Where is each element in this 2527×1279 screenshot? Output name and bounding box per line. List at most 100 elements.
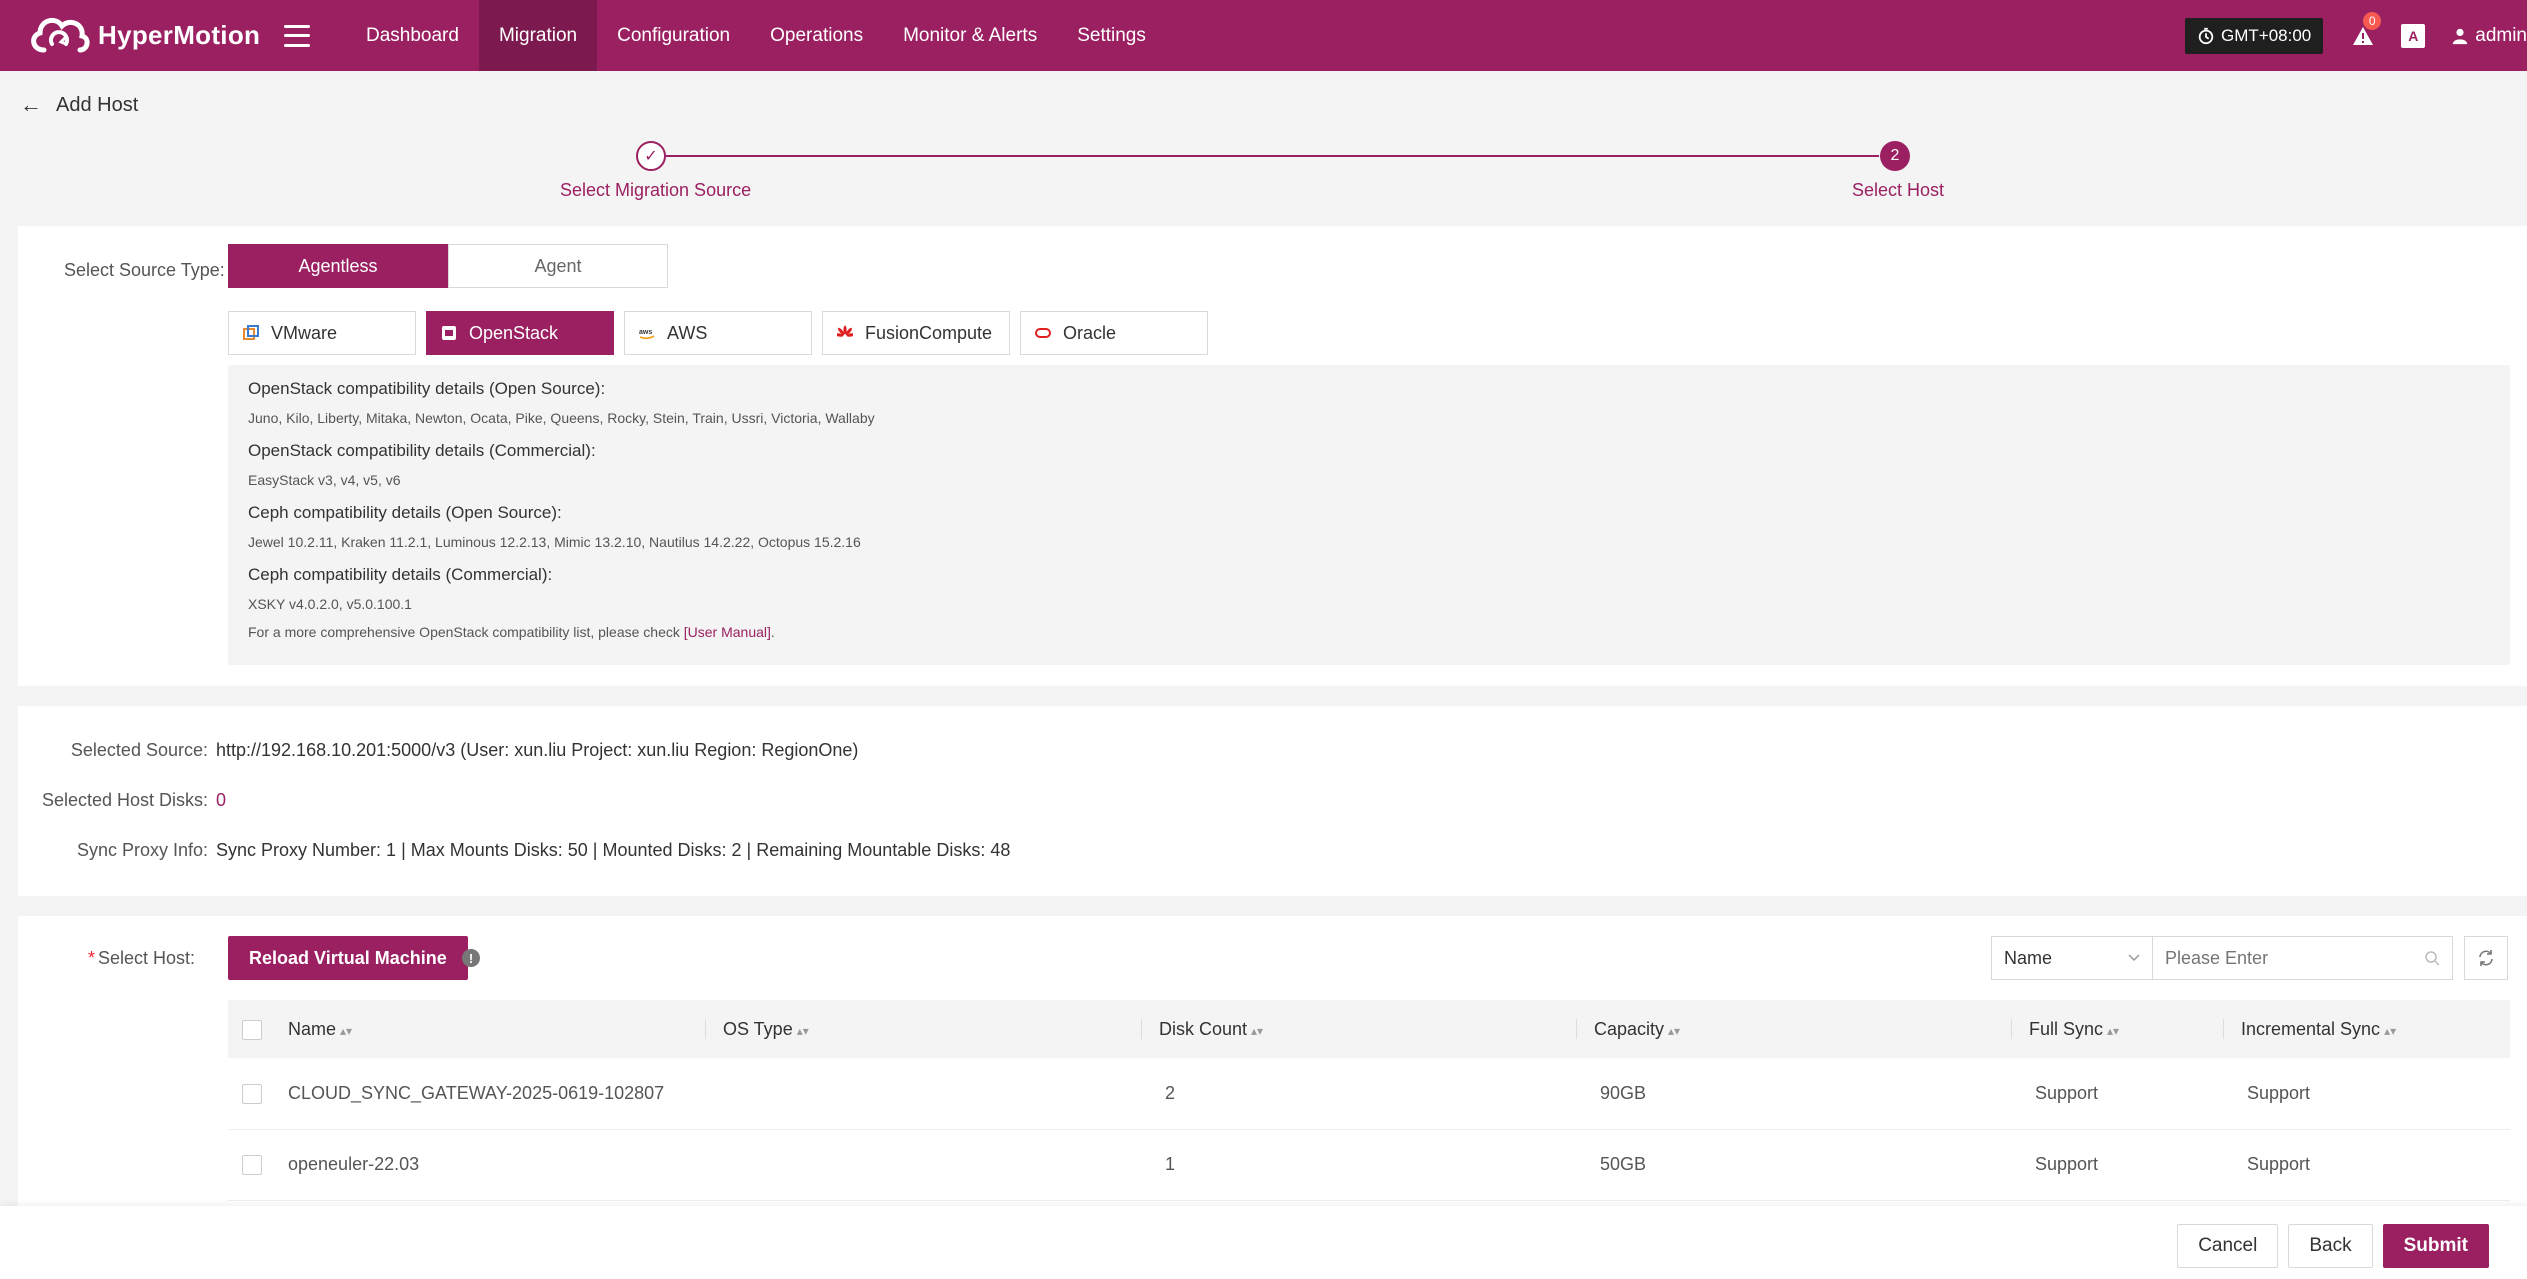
chevron-down-icon [2128,954,2140,962]
sort-icon: ▴▾ [1668,1023,1681,1038]
col-disk-count[interactable]: Disk Count ▴▾ [1141,1000,1576,1058]
col-incremental-sync-label: Incremental Sync [2241,1018,2381,1039]
nav-configuration[interactable]: Configuration [597,0,750,71]
col-name[interactable]: Name ▴▾ [270,1000,705,1058]
cell-capacity: 50GB [1576,1129,2011,1201]
platform-openstack-label: OpenStack [469,322,559,343]
step-2-label: Select Host [1852,180,1945,200]
select-all-checkbox[interactable] [242,1019,262,1040]
platform-openstack[interactable]: OpenStack [426,311,614,355]
alerts-button[interactable]: 0 [2351,11,2382,48]
col-full-sync[interactable]: Full Sync ▴▾ [2011,1000,2223,1058]
username: admin [2475,24,2527,46]
compat-footer: For a more comprehensive OpenStack compa… [248,624,2490,640]
compat-text-openstack-commercial: EasyStack v3, v4, v5, v6 [248,472,401,488]
row-checkbox[interactable] [242,1083,262,1104]
selected-disks-label: Selected Host Disks: [41,790,208,810]
source-type-toggle: Agentless Agent [228,244,668,288]
compat-footer-text: For a more comprehensive OpenStack compa… [248,624,684,640]
sync-proxy-value: Sync Proxy Number: 1 | Max Mounts Disks:… [216,840,1011,860]
svg-text:aws: aws [639,329,652,336]
platform-fusioncompute-label: FusionCompute [865,322,993,343]
sort-icon: ▴▾ [1251,1023,1264,1038]
page-title: Add Host [56,93,139,116]
sync-proxy-row: Sync Proxy Info: Sync Proxy Number: 1 | … [18,840,1010,861]
reload-vm-button[interactable]: Reload Virtual Machine [228,936,468,980]
nav-dashboard[interactable]: Dashboard [346,0,479,71]
cell-capacity: 90GB [1576,1058,2011,1130]
page-header-back[interactable]: ← Add Host [20,92,138,118]
platform-fusioncompute[interactable]: FusionCompute [822,311,1010,355]
row-select-cell [228,1129,270,1201]
cell-os-type [705,1058,1141,1130]
filter-field-value: Name [2004,947,2053,968]
select-host-label: * Select Host: [88,948,195,969]
selected-disks-row: Selected Host Disks: 0 [18,790,226,811]
nav-migration[interactable]: Migration [478,0,598,71]
submit-button[interactable]: Submit [2382,1224,2489,1268]
platform-selector: VMware OpenStack aws AWS FusionCompute O… [228,311,1208,355]
cell-name: CLOUD_SYNC_GATEWAY-2025-0619-102807 [270,1058,705,1130]
table-row[interactable]: openeuler-22.03 1 50GB Support Support [228,1129,2510,1201]
agent-option[interactable]: Agent [448,244,668,288]
required-mark: * [88,948,96,968]
select-host-label-text: Select Host: [98,948,196,968]
info-icon[interactable]: ! [462,949,480,967]
col-full-sync-label: Full Sync [2029,1018,2104,1039]
source-type-label: Select Source Type: [64,260,225,280]
step-1-check-icon: ✓ [636,141,666,171]
language-icon[interactable]: A [2401,23,2426,48]
stepper-connector [666,155,1879,157]
menu-toggle-icon[interactable] [284,24,310,47]
compat-title-ceph-commercial: Ceph compatibility details (Commercial): [248,565,553,584]
cloud-logo-icon [31,17,90,52]
cell-disk-count: 1 [1141,1129,1576,1201]
refresh-button[interactable] [2464,936,2508,980]
compat-text-openstack-oss: Juno, Kilo, Liberty, Mitaka, Newton, Oca… [248,410,875,426]
search-input[interactable] [2165,947,2405,969]
col-capacity-label: Capacity [1594,1018,1665,1039]
col-capacity[interactable]: Capacity ▴▾ [1576,1000,2011,1058]
stepper: ✓ 2 Select Migration Source Select Host [0,140,2527,210]
timezone-badge[interactable]: GMT+08:00 [2185,17,2324,54]
user-menu[interactable]: admin [2451,25,2527,47]
cancel-button[interactable]: Cancel [2177,1224,2279,1268]
sort-icon: ▴▾ [2107,1023,2120,1038]
nav-operations[interactable]: Operations [750,0,883,71]
selection-summary-card: Selected Source: http://192.168.10.201:5… [18,706,2527,896]
source-type-card: Select Source Type: Agentless Agent VMwa… [18,226,2527,686]
platform-aws[interactable]: aws AWS [624,311,812,355]
platform-oracle[interactable]: Oracle [1020,311,1208,355]
selected-source-value: http://192.168.10.201:5000/v3 (User: xun… [216,740,859,760]
selected-disks-value: 0 [216,790,227,810]
alert-count-badge: 0 [2363,11,2382,30]
row-select-cell [228,1058,270,1130]
cell-incremental-sync: Support [2223,1058,2510,1130]
filter-field-select[interactable]: Name [1991,936,2153,980]
cell-disk-count: 2 [1141,1058,1576,1130]
col-os-type[interactable]: OS Type ▴▾ [705,1000,1141,1058]
table-row[interactable]: CLOUD_SYNC_GATEWAY-2025-0619-102807 2 90… [228,1058,2510,1130]
search-icon[interactable] [2424,950,2440,966]
cell-full-sync: Support [2011,1129,2223,1201]
timezone-text: GMT+08:00 [2221,25,2312,45]
cell-name: openeuler-22.03 [270,1129,705,1201]
sort-icon: ▴▾ [796,1023,809,1038]
clock-icon [2198,27,2214,44]
col-os-type-label: OS Type [723,1018,793,1039]
app-logo[interactable]: HyperMotion [26,10,276,62]
agentless-option[interactable]: Agentless [228,244,448,288]
cell-os-type [705,1129,1141,1201]
openstack-icon [441,325,457,341]
back-button[interactable]: Back [2288,1224,2373,1268]
platform-vmware-label: VMware [271,322,338,343]
select-all-cell [228,1000,270,1058]
nav-settings[interactable]: Settings [1057,0,1166,71]
compat-footer-suffix: . [770,624,775,640]
user-manual-link[interactable]: [User Manual] [684,624,771,640]
nav-monitor-alerts[interactable]: Monitor & Alerts [883,0,1057,71]
platform-vmware[interactable]: VMware [228,311,416,355]
compat-title-ceph-oss: Ceph compatibility details (Open Source)… [248,503,562,522]
row-checkbox[interactable] [242,1155,262,1176]
col-incremental-sync[interactable]: Incremental Sync ▴▾ [2223,1000,2510,1058]
